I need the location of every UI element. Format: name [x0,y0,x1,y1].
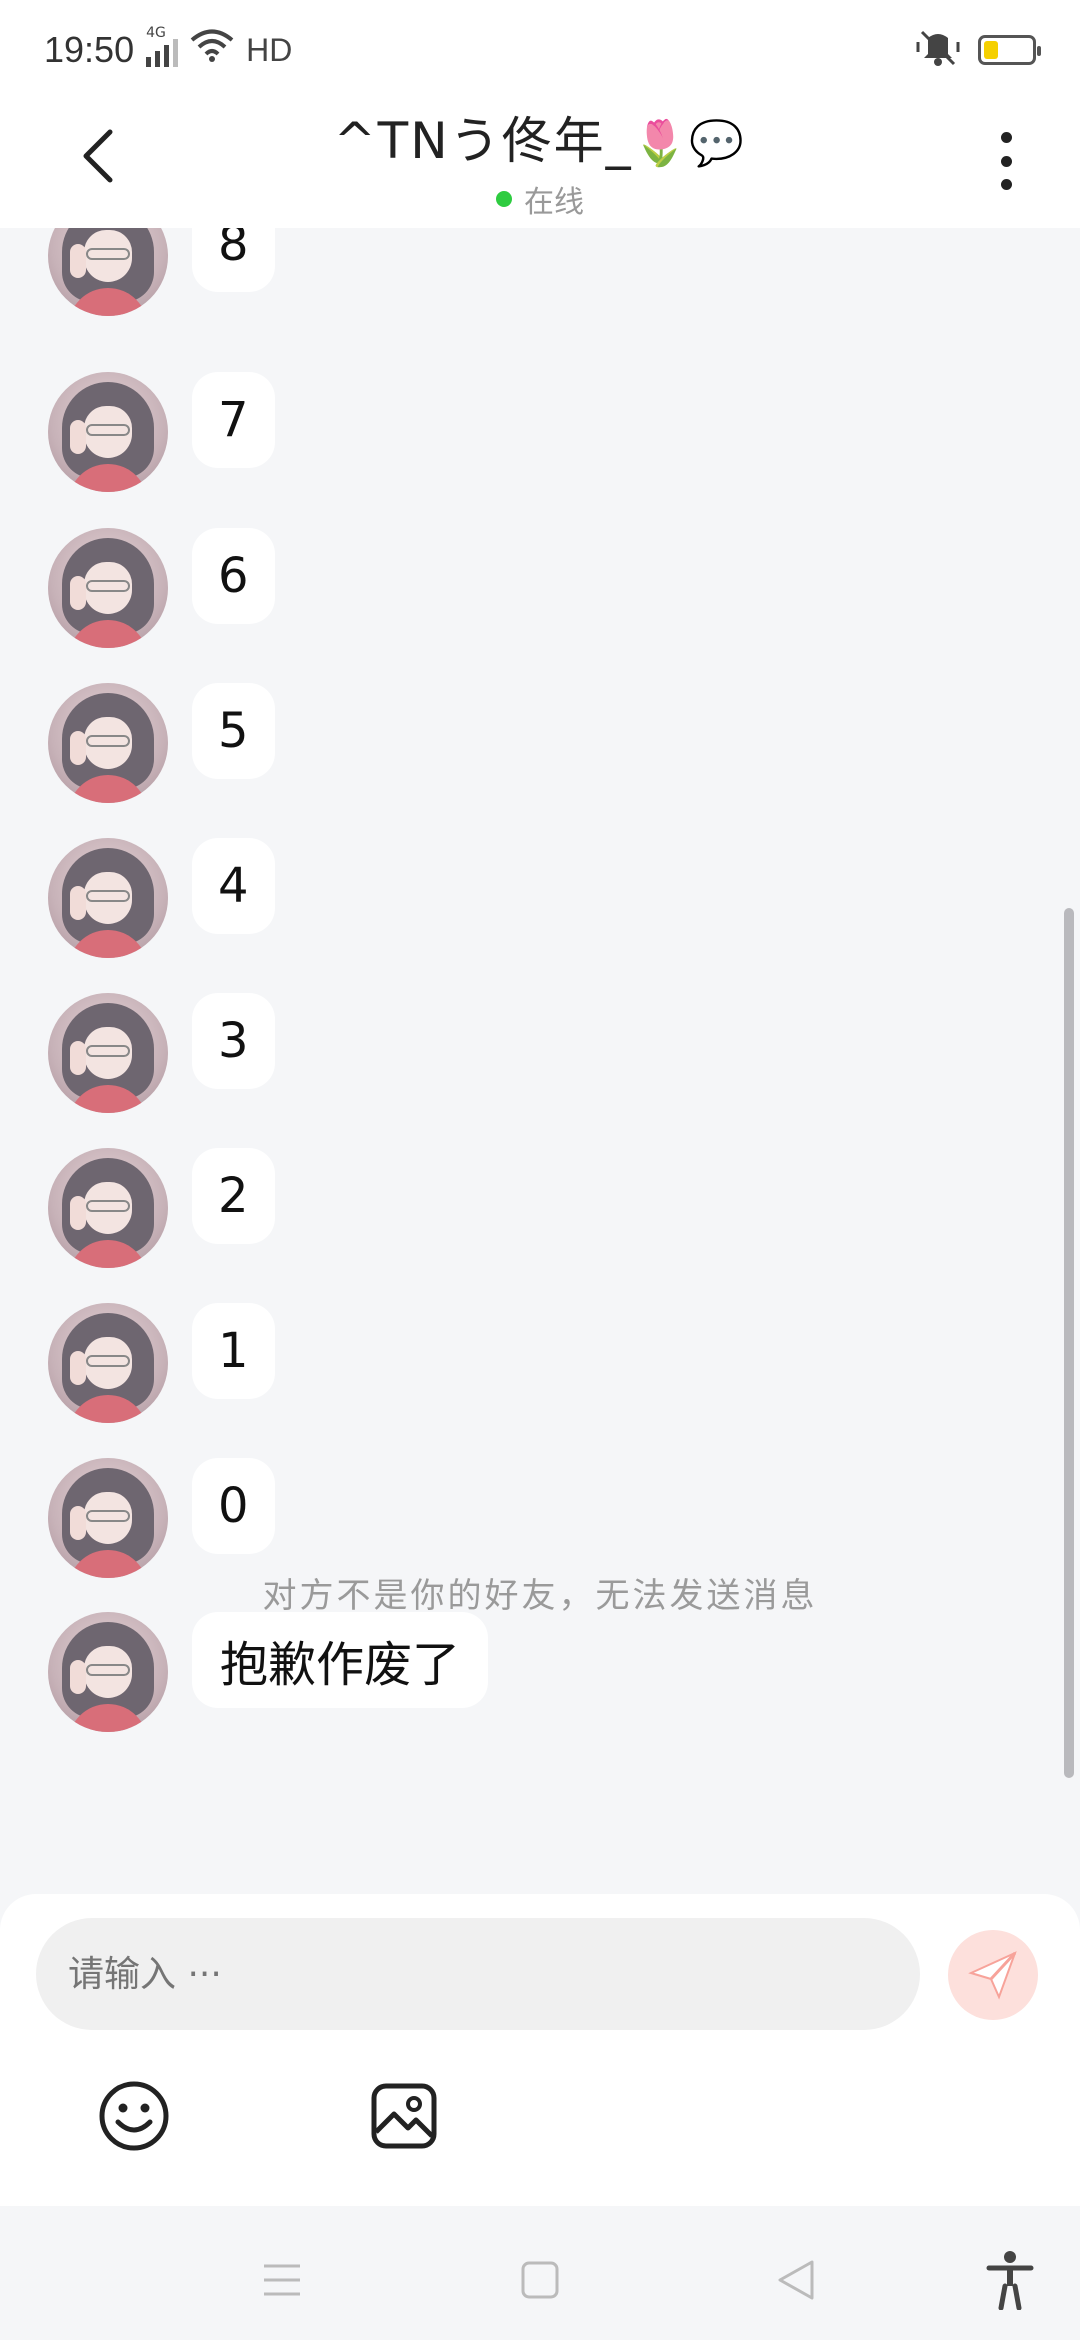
message-row: 3 [48,993,275,1113]
online-status: 在线 [200,177,880,221]
avatar[interactable] [48,993,168,1113]
signal-icon: 4G [146,25,179,67]
message-bubble[interactable]: 3 [192,993,275,1089]
smiley-icon [99,2081,169,2151]
online-status-label: 在线 [524,185,584,220]
message-row: 2 [48,1148,275,1268]
avatar[interactable] [48,1148,168,1268]
avatar[interactable] [48,228,168,316]
message-row: 6 [48,528,275,648]
message-row: 7 [48,372,275,492]
accessibility-icon [986,2251,1034,2310]
message-input[interactable] [36,1918,920,2030]
avatar[interactable] [48,528,168,648]
image-button[interactable] [368,2080,440,2152]
menu-icon [264,2264,300,2296]
status-right [916,28,1041,72]
message-row: 抱歉作废了 [48,1612,489,1732]
battery-icon [978,35,1041,65]
message-bubble[interactable]: 6 [192,528,275,624]
emoji-button[interactable] [98,2080,170,2152]
square-icon [521,2261,559,2299]
input-area [0,1894,1080,2206]
message-bubble[interactable]: 8 [192,228,275,292]
chat-title[interactable]: ^TNう佟年_🌷💬 [200,106,880,179]
message-bubble[interactable]: 1 [192,1303,275,1399]
message-row: 0 [48,1458,275,1578]
message-bubble[interactable]: 抱歉作废了 [192,1612,489,1708]
more-dot-icon [1000,179,1012,190]
system-nav-bar [0,2206,1080,2340]
status-bar: 19:50 4G HD [0,0,1080,100]
avatar[interactable] [48,1612,168,1732]
avatar[interactable] [48,372,168,492]
hd-label: HD [246,31,293,68]
back-button[interactable] [68,126,128,186]
message-row: 5 [48,683,275,803]
message-list[interactable]: 8 7 6 5 4 3 2 1 0 抱歉作废了 [0,228,1080,1748]
message-bubble[interactable]: 2 [192,1148,275,1244]
send-button[interactable] [948,1930,1038,2020]
not-friend-notice: 对方不是你的好友，无法发送消息 [262,1576,818,1616]
chat-title-text: ^TNう佟年_ [333,112,633,170]
home-button[interactable] [510,2250,570,2310]
back-nav-button[interactable] [766,2250,826,2310]
status-time: 19:50 [44,29,135,70]
image-icon [371,2083,437,2149]
more-dot-icon [1000,155,1012,167]
more-options-button[interactable] [986,126,1026,196]
accessibility-button[interactable] [980,2250,1040,2310]
avatar[interactable] [48,838,168,958]
network-type-label: 4G [146,25,166,41]
chevron-left-icon [83,129,113,183]
message-row: 1 [48,1303,275,1423]
scrollbar[interactable] [1064,908,1074,1778]
more-dot-icon [1000,132,1012,143]
message-bubble[interactable]: 7 [192,372,275,468]
wifi-icon [190,29,234,72]
message-bubble[interactable]: 0 [192,1458,275,1554]
message-bubble[interactable]: 4 [192,838,275,934]
title-block: ^TNう佟年_🌷💬 在线 [200,106,880,221]
triangle-back-icon [778,2260,814,2300]
chat-header: ^TNう佟年_🌷💬 在线 [0,100,1080,228]
online-dot-icon [496,191,512,207]
message-row: 4 [48,838,275,958]
send-icon [968,1951,1017,2000]
recents-button[interactable] [252,2250,312,2310]
message-bubble[interactable]: 5 [192,683,275,779]
avatar[interactable] [48,1458,168,1578]
vibrate-off-icon [916,28,960,72]
message-row: 8 [48,228,275,316]
title-emojis: 🌷💬 [632,118,747,169]
avatar[interactable] [48,683,168,803]
avatar[interactable] [48,1303,168,1423]
status-left: 19:50 4G HD [44,25,293,72]
